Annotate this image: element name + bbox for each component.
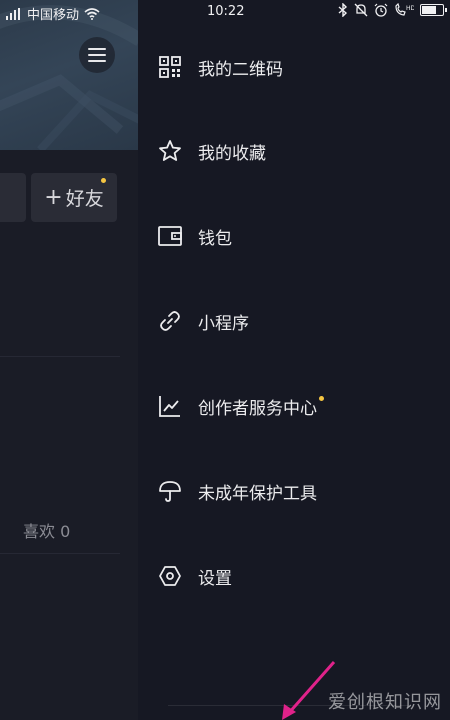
menu-item-label: 未成年保护工具 <box>198 483 317 504</box>
menu-item-label: 我的收藏 <box>198 143 266 164</box>
menu-item-label: 钱包 <box>198 228 232 249</box>
clock: 10:22 <box>207 4 245 19</box>
chart-icon <box>158 394 182 418</box>
star-icon <box>158 139 182 163</box>
status-left: 中国移动 <box>6 4 100 23</box>
divider <box>0 356 120 357</box>
menu-item-label: 我的二维码 <box>198 59 283 80</box>
qr-code-icon <box>158 55 182 79</box>
wallet-icon <box>158 224 182 248</box>
svg-text:HD: HD <box>406 5 414 12</box>
wifi-icon <box>84 7 100 20</box>
signal-icon <box>6 7 20 20</box>
hamburger-icon <box>88 48 106 62</box>
menu-item-qr-code[interactable]: 我的二维码 <box>138 37 450 97</box>
status-right: HD <box>338 3 447 17</box>
menu-button[interactable] <box>79 37 115 73</box>
notification-dot <box>101 178 106 183</box>
link-icon <box>158 309 182 333</box>
menu-item-label: 小程序 <box>198 313 249 334</box>
plus-icon: + <box>44 184 63 210</box>
add-friend-label: 好友 <box>65 188 104 210</box>
notification-dot <box>319 395 324 401</box>
side-drawer: 我的二维码 我的收藏 钱包 小程序 创作者服务中心 未成年保护工具 设置 <box>138 0 450 720</box>
add-friend-button[interactable]: + 好友 <box>31 173 117 222</box>
menu-item-wallet[interactable]: 钱包 <box>138 206 450 266</box>
mute-bell-icon <box>354 3 368 17</box>
menu-item-creator-center[interactable]: 创作者服务中心 <box>138 376 450 436</box>
settings-hex-icon <box>158 564 182 588</box>
menu-item-settings[interactable]: 设置 <box>138 546 450 606</box>
alarm-icon <box>374 3 388 17</box>
divider <box>0 553 120 554</box>
status-bar: 中国移动 10:22 HD <box>0 0 450 24</box>
umbrella-icon <box>158 479 182 503</box>
battery-icon <box>420 4 447 16</box>
hd-call-icon: HD <box>395 3 414 16</box>
likes-tab[interactable]: 喜欢 0 <box>23 518 70 542</box>
watermark: 爱创根知识网 <box>328 692 442 713</box>
bluetooth-icon <box>338 3 348 17</box>
carrier-name: 中国移动 <box>27 8 80 23</box>
profile-page-background: + 好友 喜欢 0 <box>0 0 138 720</box>
menu-item-label: 创作者服务中心 <box>198 394 324 419</box>
menu-item-mini-programs[interactable]: 小程序 <box>138 291 450 351</box>
menu-item-favorites[interactable]: 我的收藏 <box>138 121 450 181</box>
edit-profile-button[interactable] <box>0 173 26 222</box>
menu-item-minor-protection[interactable]: 未成年保护工具 <box>138 461 450 521</box>
menu-item-label: 设置 <box>198 568 232 589</box>
